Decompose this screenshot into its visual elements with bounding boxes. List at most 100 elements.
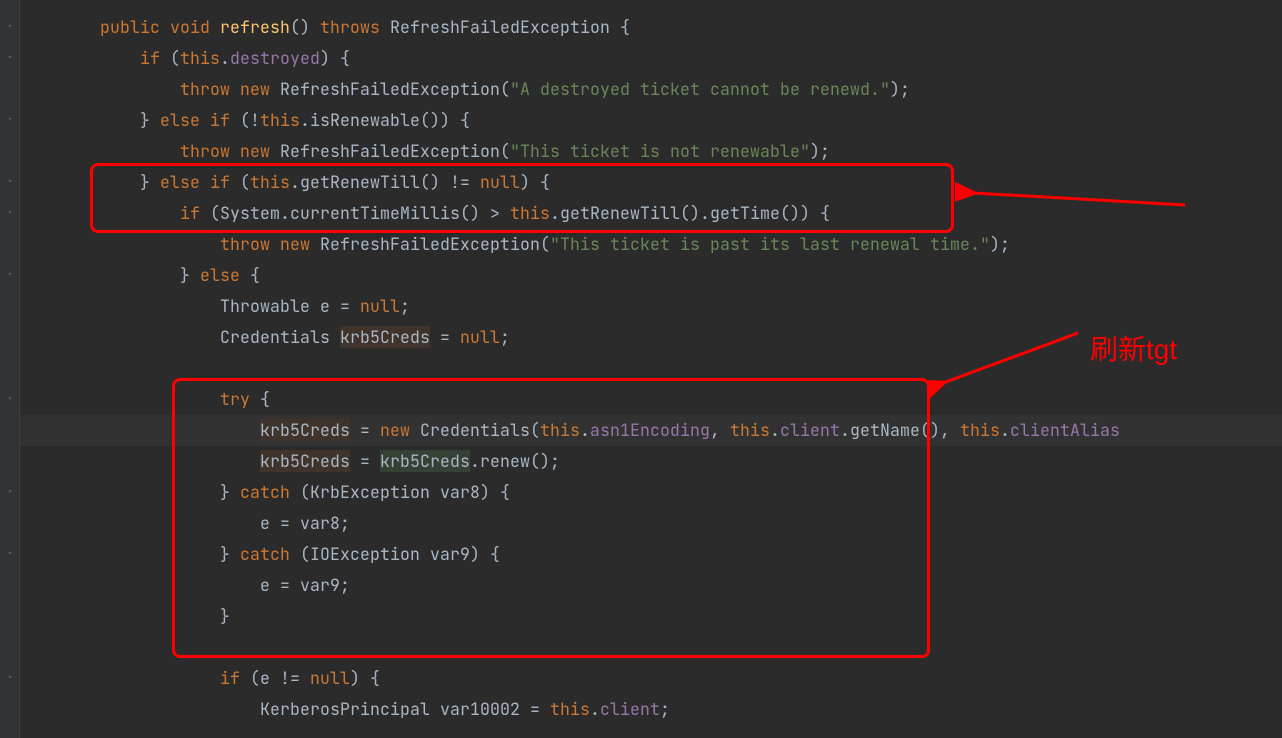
fold-toggle-icon[interactable]: ▾ bbox=[3, 671, 17, 685]
token: catch bbox=[240, 543, 290, 565]
token: destroyed bbox=[230, 47, 320, 69]
token: ( bbox=[230, 171, 250, 193]
token: if bbox=[220, 667, 240, 689]
token: . bbox=[590, 698, 600, 720]
token: this bbox=[510, 202, 550, 224]
token: .getRenewTill() != bbox=[290, 171, 480, 193]
fold-toggle-icon[interactable]: ▾ bbox=[3, 547, 17, 561]
code-line[interactable]: public void refresh() throws RefreshFail… bbox=[20, 12, 1282, 43]
token: .getName(), bbox=[840, 419, 960, 441]
token: e = var9; bbox=[260, 574, 350, 596]
code-line[interactable]: if (System.currentTimeMillis() > this.ge… bbox=[20, 198, 1282, 229]
token: (IOException var9) { bbox=[290, 543, 500, 565]
fold-toggle-icon[interactable]: ▾ bbox=[3, 392, 17, 406]
token: ); bbox=[810, 140, 830, 162]
token: (KrbException var8) { bbox=[290, 481, 510, 503]
gutter: ▾ ▾ ▾ ▾ ▾ ▾ ▾ ▾ ▾ ▾ bbox=[0, 0, 20, 738]
token: (System. bbox=[200, 202, 290, 224]
token: if bbox=[210, 171, 230, 193]
token: ; bbox=[500, 326, 510, 348]
token: } bbox=[180, 264, 200, 286]
token: } bbox=[220, 481, 240, 503]
code-line[interactable]: } else { bbox=[20, 260, 1282, 291]
code-line[interactable]: throw new RefreshFailedException("A dest… bbox=[20, 74, 1282, 105]
code-line[interactable]: if (this.destroyed) { bbox=[20, 43, 1282, 74]
code-line[interactable]: try { bbox=[20, 384, 1282, 415]
code-editor[interactable]: ▾ ▾ ▾ ▾ ▾ ▾ ▾ ▾ ▾ ▾ public void refresh() throws … bbox=[0, 0, 1282, 738]
fold-toggle-icon[interactable]: ▾ bbox=[3, 485, 17, 499]
token bbox=[230, 78, 240, 100]
token: null bbox=[360, 295, 400, 317]
code-line[interactable]: } bbox=[20, 601, 1282, 632]
token: } bbox=[140, 171, 160, 193]
token: krb5Creds bbox=[260, 450, 350, 472]
token bbox=[160, 16, 170, 38]
code-line[interactable]: KerberosPrincipal var10002 = this.client… bbox=[20, 694, 1282, 725]
code-line[interactable]: e = var9; bbox=[20, 570, 1282, 601]
code-area[interactable]: public void refresh() throws RefreshFail… bbox=[20, 0, 1282, 738]
code-line[interactable]: Throwable e = null; bbox=[20, 291, 1282, 322]
token: . bbox=[580, 419, 590, 441]
token: this bbox=[730, 419, 770, 441]
token bbox=[230, 140, 240, 162]
token: RefreshFailedException( bbox=[270, 78, 510, 100]
code-line[interactable]: krb5Creds = new Credentials(this.asn1Enc… bbox=[20, 415, 1282, 446]
token: = bbox=[430, 326, 460, 348]
token: currentTimeMillis bbox=[290, 202, 460, 224]
token: KerberosPrincipal var10002 = bbox=[260, 698, 550, 720]
token: { bbox=[240, 264, 260, 286]
token: refresh bbox=[220, 16, 290, 38]
fold-toggle-icon[interactable]: ▾ bbox=[3, 175, 17, 189]
token: catch bbox=[240, 481, 290, 503]
code-line[interactable]: throw new RefreshFailedException("This t… bbox=[20, 136, 1282, 167]
token: new bbox=[380, 419, 410, 441]
token: .isRenewable()) { bbox=[300, 109, 470, 131]
source-code[interactable]: public void refresh() throws RefreshFail… bbox=[20, 12, 1282, 725]
token: RefreshFailedException( bbox=[270, 140, 510, 162]
token: . bbox=[220, 47, 230, 69]
token: krb5Creds bbox=[260, 419, 350, 441]
token: if bbox=[210, 109, 230, 131]
token: new bbox=[280, 233, 310, 255]
token: if bbox=[140, 47, 160, 69]
token: Throwable e = bbox=[220, 295, 360, 317]
token: krb5Creds bbox=[340, 326, 430, 348]
fold-toggle-icon[interactable]: ▾ bbox=[3, 268, 17, 282]
code-line[interactable] bbox=[20, 632, 1282, 663]
token: else bbox=[200, 264, 240, 286]
token: Credentials bbox=[220, 326, 340, 348]
token: ) { bbox=[350, 667, 380, 689]
fold-toggle-icon[interactable]: ▾ bbox=[3, 20, 17, 34]
token: client bbox=[780, 419, 840, 441]
token: krb5Creds bbox=[380, 450, 470, 472]
token bbox=[210, 16, 220, 38]
fold-toggle-icon[interactable]: ▾ bbox=[3, 51, 17, 65]
token: { bbox=[250, 388, 270, 410]
token: , bbox=[710, 419, 730, 441]
token: new bbox=[240, 140, 270, 162]
token: .getRenewTill().getTime()) { bbox=[550, 202, 830, 224]
token: RefreshFailedException { bbox=[380, 16, 630, 38]
code-line[interactable]: } else if (!this.isRenewable()) { bbox=[20, 105, 1282, 136]
code-line[interactable]: e = var8; bbox=[20, 508, 1282, 539]
code-line[interactable]: krb5Creds = krb5Creds.renew(); bbox=[20, 446, 1282, 477]
code-line[interactable]: } catch (IOException var9) { bbox=[20, 539, 1282, 570]
fold-toggle-icon[interactable]: ▾ bbox=[3, 113, 17, 127]
token bbox=[200, 109, 210, 131]
token: = bbox=[350, 419, 380, 441]
fold-toggle-icon[interactable]: ▾ bbox=[3, 206, 17, 220]
token: clientAlias bbox=[1010, 419, 1120, 441]
token: "This ticket is past its last renewal ti… bbox=[550, 233, 990, 255]
token: null bbox=[480, 171, 520, 193]
code-line[interactable]: } else if (this.getRenewTill() != null) … bbox=[20, 167, 1282, 198]
token: () > bbox=[460, 202, 510, 224]
token: null bbox=[310, 667, 350, 689]
token: (e != bbox=[240, 667, 310, 689]
token: () bbox=[290, 16, 320, 38]
token bbox=[200, 171, 210, 193]
code-line[interactable]: throw new RefreshFailedException("This t… bbox=[20, 229, 1282, 260]
token: . bbox=[770, 419, 780, 441]
code-line[interactable]: } catch (KrbException var8) { bbox=[20, 477, 1282, 508]
code-line[interactable]: if (e != null) { bbox=[20, 663, 1282, 694]
annotation-label-refresh-tgt: 刷新tgt bbox=[1090, 328, 1177, 368]
